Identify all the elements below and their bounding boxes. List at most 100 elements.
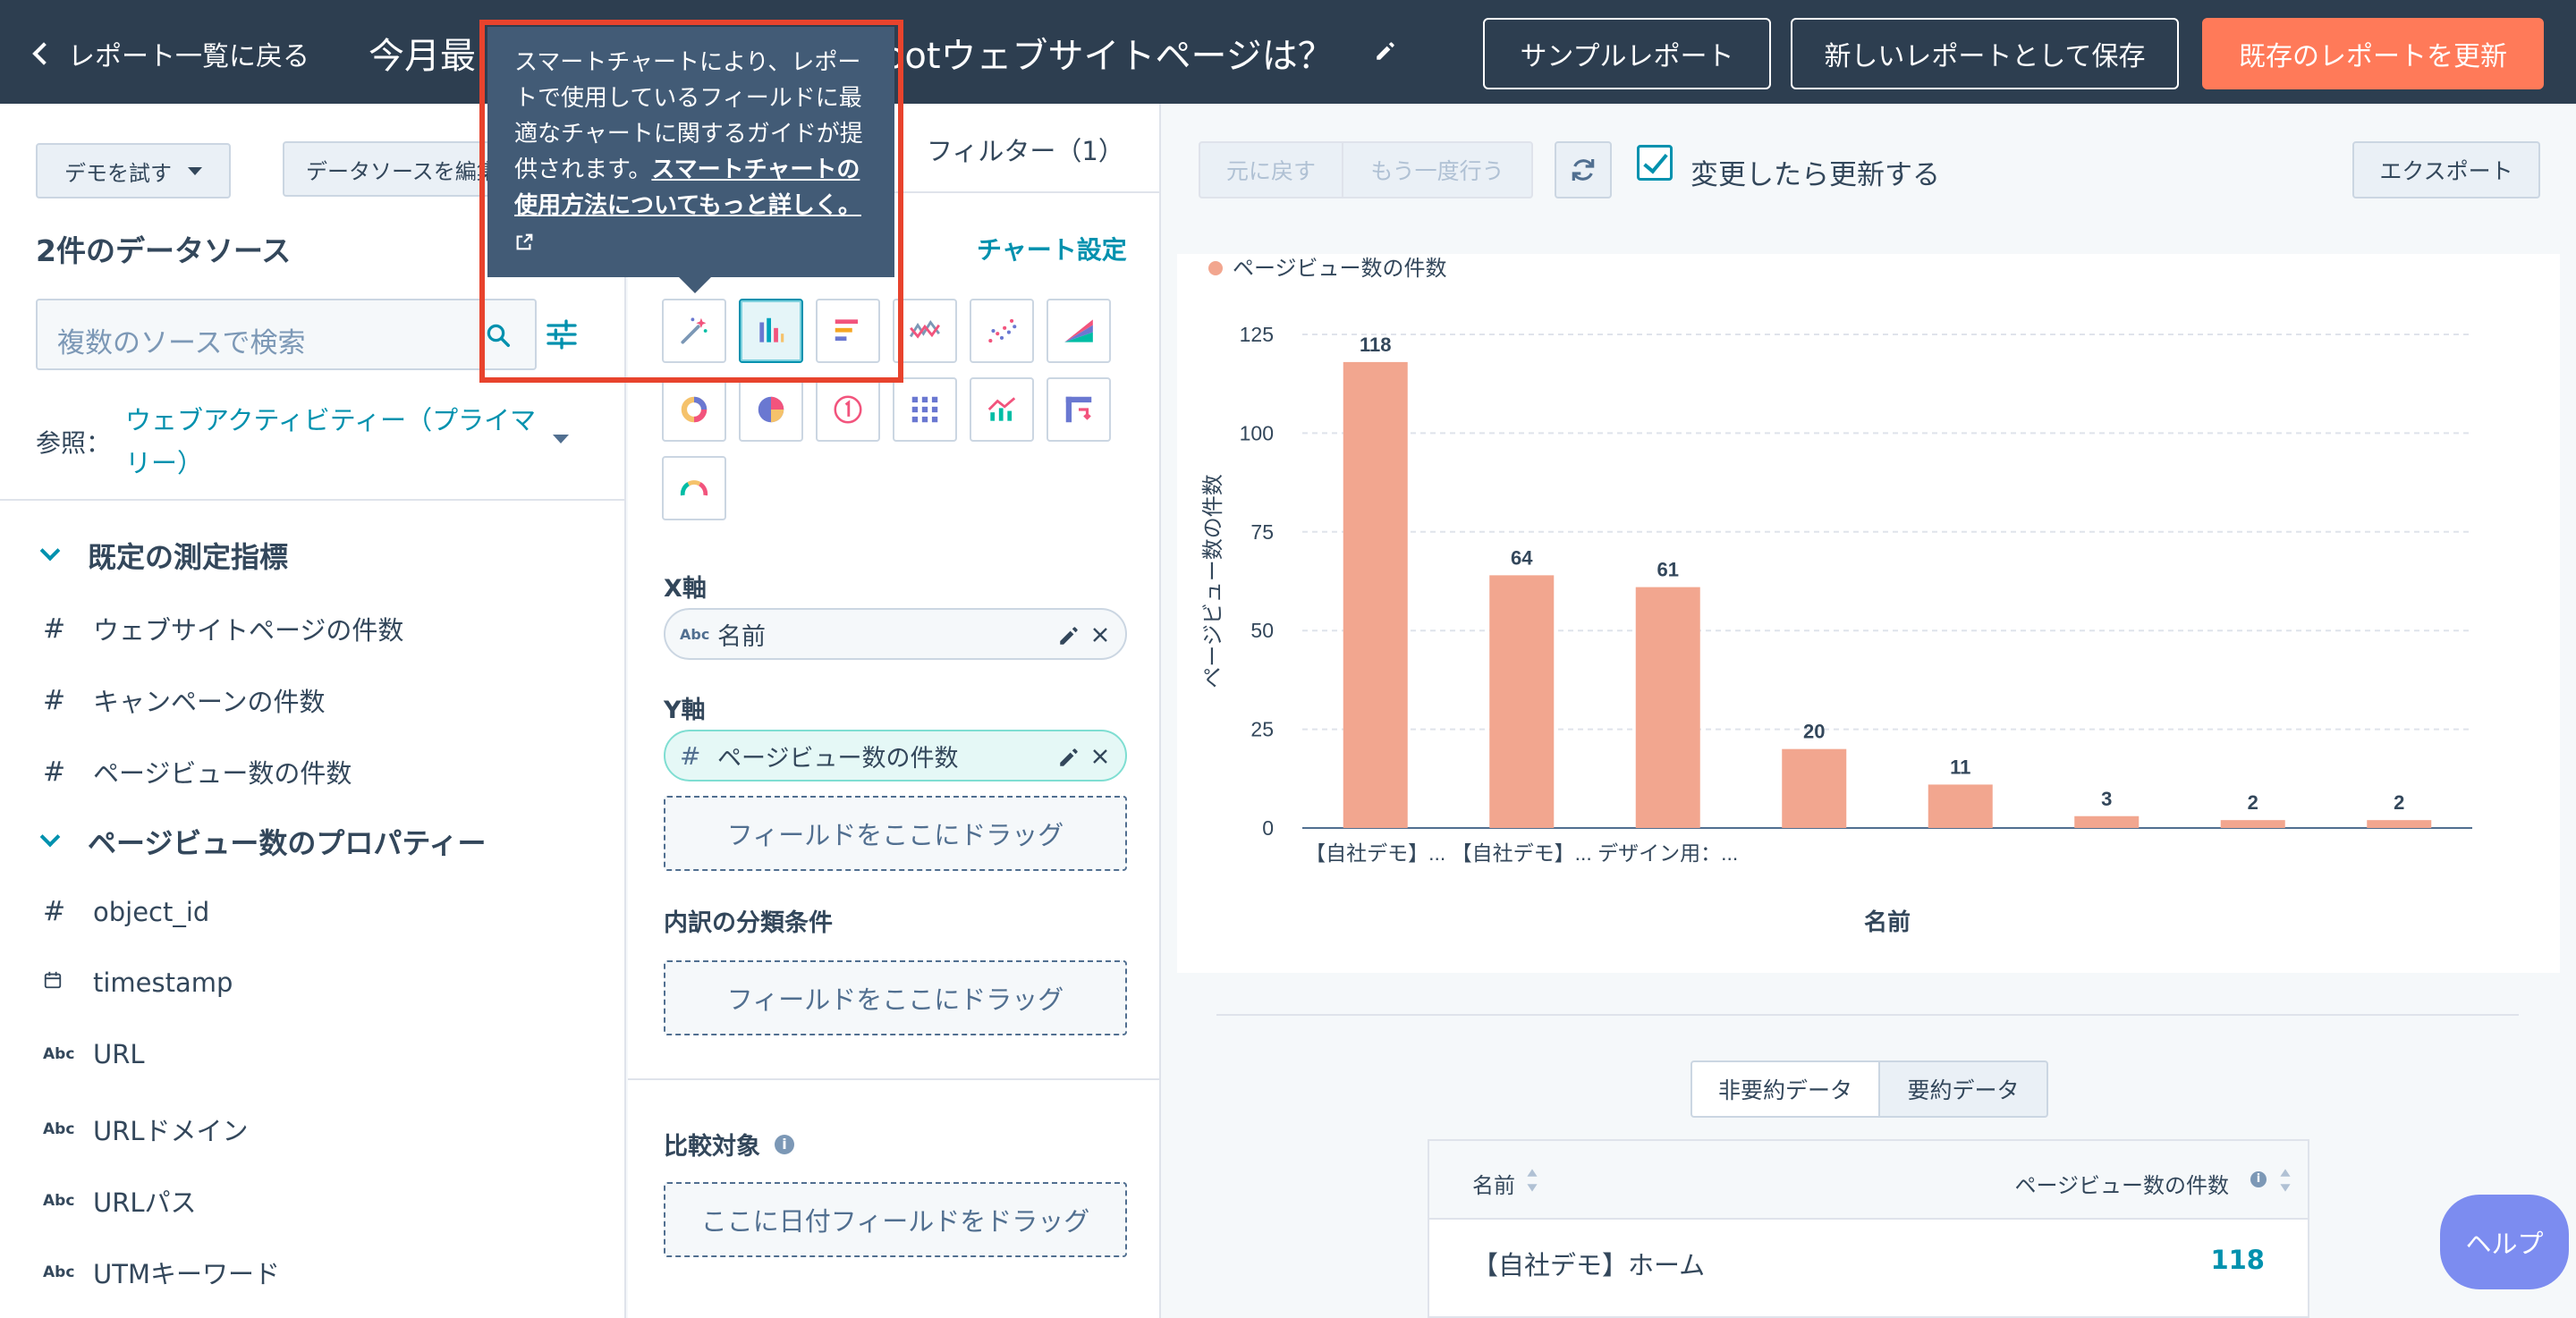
- breakdown-label: 内訳の分類条件: [664, 909, 833, 937]
- pie-chart-type-button[interactable]: [739, 377, 803, 442]
- line-chart-icon: [909, 319, 940, 339]
- export-button[interactable]: エクスポート: [2352, 141, 2540, 199]
- source-search-input[interactable]: 複数のソースで検索: [36, 299, 537, 370]
- divider: [628, 1078, 1161, 1080]
- field-website-page-count[interactable]: # ウェブサイトページの件数: [43, 610, 403, 647]
- remove-x-icon[interactable]: [1089, 746, 1111, 767]
- info-icon[interactable]: i: [2250, 1171, 2267, 1187]
- bar-value-label: 11: [1950, 756, 1970, 778]
- caret-down-icon[interactable]: [553, 435, 569, 444]
- sort-icon[interactable]: [1526, 1168, 1538, 1193]
- compare-date-drop-zone[interactable]: ここに日付フィールドをドラッグ: [664, 1182, 1127, 1257]
- tab-filters[interactable]: フィルター（1）: [927, 131, 1124, 168]
- number-type-icon: #: [43, 613, 66, 645]
- redo-button[interactable]: もう一度行う: [1342, 141, 1533, 199]
- auto-update-checkbox[interactable]: [1637, 145, 1673, 181]
- number-type-icon: #: [680, 740, 701, 771]
- update-existing-report-button[interactable]: 既存のレポートを更新: [2202, 18, 2544, 89]
- bar: [1928, 784, 1993, 828]
- x-tick-label: 【自社デモ】...: [1452, 841, 1592, 865]
- field-pageview-count[interactable]: # ページビュー数の件数: [43, 753, 352, 790]
- field-campaign-count[interactable]: # キャンペーンの件数: [43, 681, 326, 719]
- bar: [1635, 587, 1700, 828]
- bar: [1782, 748, 1847, 828]
- summarized-data-toggle[interactable]: 要約データ: [1878, 1060, 2048, 1118]
- y-axis-drop-zone[interactable]: フィールドをここにドラッグ: [664, 796, 1127, 871]
- edit-pencil-icon[interactable]: [1057, 746, 1080, 769]
- report-title-end[interactable]: potウェブサイトページは？: [882, 27, 1334, 79]
- summary-table: 名前 ページビュー数の件数 i 【自社デモ】ホーム 118: [1428, 1139, 2309, 1318]
- try-demo-button[interactable]: デモを試す: [36, 143, 231, 199]
- table-header: 名前 ページビュー数の件数 i: [1429, 1141, 2308, 1220]
- scatter-chart-icon: [988, 318, 1017, 343]
- table-cell-count[interactable]: 118: [2210, 1245, 2265, 1275]
- area-chart-type-button[interactable]: [1046, 299, 1111, 363]
- area-chart-icon: [1064, 319, 1093, 342]
- divider: [1216, 1014, 2519, 1016]
- table-chart-type-button[interactable]: [893, 377, 957, 442]
- y-axis-label: Y軸: [664, 697, 706, 724]
- field-utm-keyword[interactable]: Abc UTMキーワード: [43, 1254, 280, 1291]
- reference-source-dropdown[interactable]: ウェブアクティビティー（プライマリー）: [125, 399, 546, 485]
- help-button[interactable]: ヘルプ: [2440, 1195, 2569, 1289]
- gauge-icon: [680, 480, 708, 496]
- bar-value-label: 61: [1657, 559, 1679, 581]
- x-axis-field-pill[interactable]: Abc 名前: [664, 608, 1127, 660]
- bar-value-label: 20: [1803, 721, 1825, 743]
- kpi-chart-type-button[interactable]: [816, 377, 880, 442]
- sort-icon[interactable]: [2279, 1168, 2292, 1193]
- chevron-left-icon: [32, 42, 55, 65]
- field-object-id[interactable]: # object_id: [43, 896, 209, 927]
- field-label: object_id: [93, 896, 210, 927]
- calendar-icon: [43, 970, 93, 995]
- field-label: UTMキーワード: [93, 1259, 280, 1289]
- donut-chart-type-button[interactable]: [662, 377, 726, 442]
- gauge-chart-type-button[interactable]: [662, 456, 726, 520]
- bar: [2367, 820, 2432, 828]
- undo-button[interactable]: 元に戻す: [1199, 141, 1343, 199]
- column-header-count[interactable]: ページビュー数の件数: [2014, 1168, 2229, 1199]
- group-default-metrics[interactable]: 既定の測定指標: [39, 535, 288, 576]
- chevron-down-icon: [39, 540, 61, 562]
- save-as-new-report-button[interactable]: 新しいレポートとして保存: [1791, 18, 2179, 89]
- field-url-domain[interactable]: Abc URLドメイン: [43, 1111, 249, 1148]
- external-link-icon[interactable]: [514, 227, 868, 263]
- sample-report-button[interactable]: サンプルレポート: [1483, 18, 1771, 89]
- pivot-table-icon: [1065, 396, 1092, 423]
- bar: [2074, 815, 2140, 828]
- chart-card: ページビュー数の件数 0 25 50 75 100 125 118 【自社デモ】... 64 【自社…: [1177, 254, 2560, 973]
- divider: [0, 499, 626, 501]
- field-timestamp[interactable]: timestamp: [43, 967, 233, 998]
- field-label: URLパス: [93, 1187, 197, 1218]
- edit-title-pencil-icon[interactable]: [1374, 39, 1397, 63]
- text-type-icon: Abc: [43, 1192, 75, 1210]
- report-title-start[interactable]: 今月最: [369, 27, 476, 79]
- x-axis-field-name: 名前: [717, 622, 766, 651]
- remove-x-icon[interactable]: [1089, 624, 1111, 646]
- info-icon[interactable]: i: [775, 1134, 794, 1154]
- text-type-icon: Abc: [43, 1120, 75, 1138]
- refresh-button[interactable]: [1555, 141, 1612, 199]
- y-axis-field-pill[interactable]: # ページビュー数の件数: [664, 730, 1127, 782]
- scatter-chart-type-button[interactable]: [970, 299, 1034, 363]
- unsummarized-data-toggle[interactable]: 非要約データ: [1690, 1060, 1880, 1118]
- group-label: ページビュー数のプロパティー: [88, 826, 487, 860]
- x-axis-label: X軸: [664, 575, 707, 603]
- field-url-path[interactable]: Abc URLパス: [43, 1182, 197, 1220]
- y-axis-field-name: ページビュー数の件数: [717, 744, 959, 773]
- group-pageview-properties[interactable]: ページビュー数のプロパティー: [39, 821, 487, 862]
- back-to-reports-link[interactable]: レポート一覧に戻る: [32, 34, 309, 73]
- text-type-icon: Abc: [43, 1045, 75, 1063]
- pivot-chart-type-button[interactable]: [1046, 377, 1111, 442]
- chart-settings-link[interactable]: チャート設定: [977, 231, 1127, 266]
- column-header-name[interactable]: 名前: [1472, 1168, 1515, 1199]
- bar-value-label: 3: [2101, 788, 2112, 810]
- combo-chart-icon: [987, 397, 1016, 421]
- edit-pencil-icon[interactable]: [1057, 624, 1080, 647]
- field-label: URLドメイン: [93, 1116, 249, 1146]
- search-placeholder: 複数のソースで検索: [57, 327, 306, 359]
- field-url[interactable]: Abc URL: [43, 1039, 145, 1069]
- number-type-icon: #: [43, 684, 66, 716]
- breakdown-drop-zone[interactable]: フィールドをここにドラッグ: [664, 960, 1127, 1035]
- combo-chart-type-button[interactable]: [970, 377, 1034, 442]
